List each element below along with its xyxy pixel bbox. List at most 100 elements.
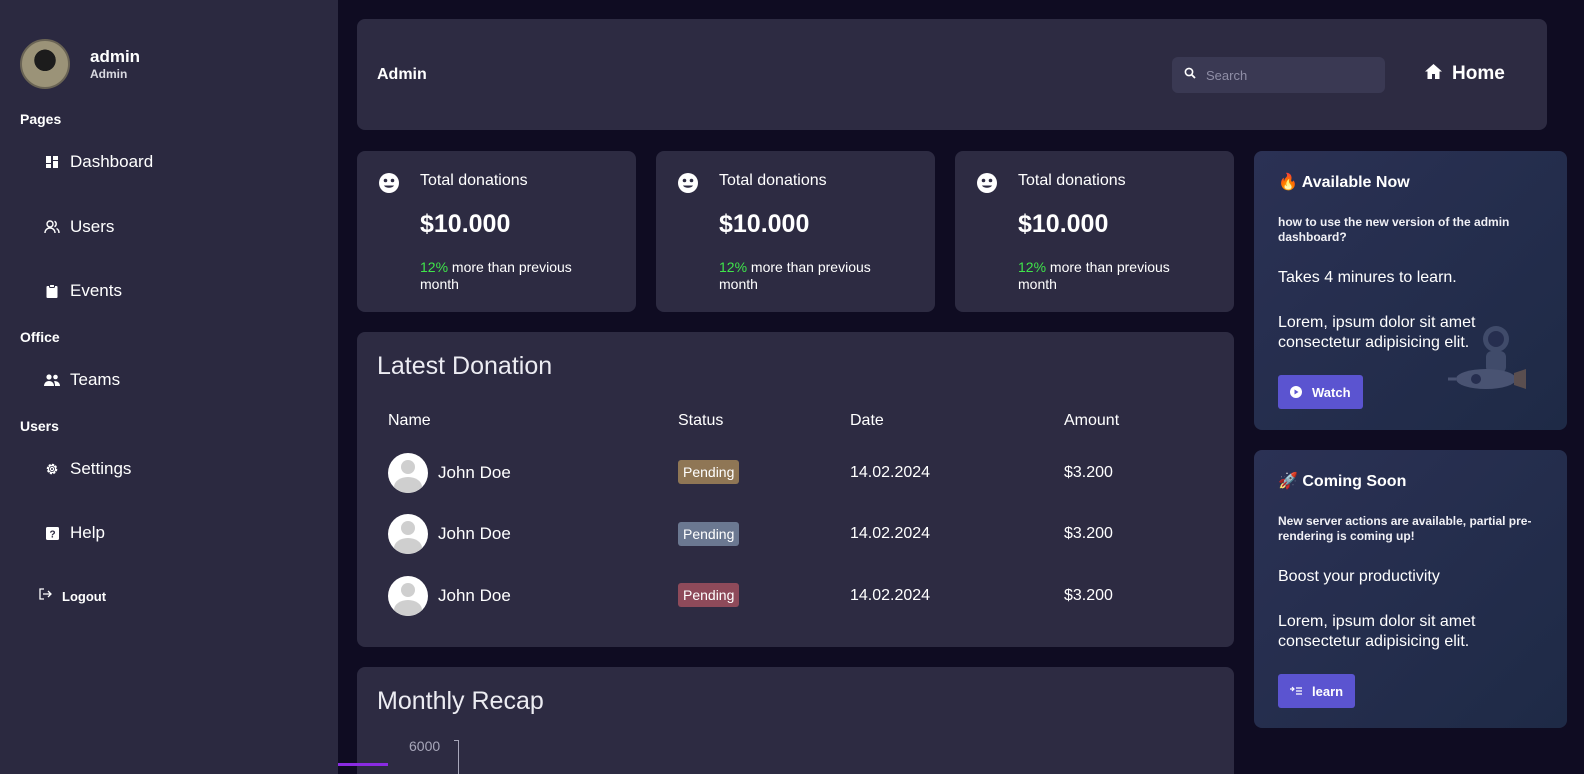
learn-button[interactable]: learn (1278, 674, 1356, 708)
row-amount: $3.200 (1064, 464, 1113, 481)
play-icon (1290, 386, 1302, 398)
logout-icon (39, 587, 52, 605)
user-avatar-icon (388, 514, 428, 554)
column-header-amount: Amount (1064, 412, 1120, 429)
stat-title: Total donations (420, 172, 528, 189)
page-title: Admin (377, 66, 427, 83)
table-row: John Doe (388, 576, 511, 616)
card-title: 🚀 Coming Soon (1278, 473, 1407, 490)
status-badge: Pending (678, 460, 740, 484)
stat-value: $10.000 (420, 210, 511, 238)
stat-title: Total donations (1018, 172, 1126, 189)
panel-title: Latest Donation (377, 352, 553, 380)
row-name: John Doe (438, 463, 511, 482)
stat-note: 12% more than previous month (420, 259, 610, 293)
panel-title: Monthly Recap (377, 687, 544, 715)
face-icon (976, 172, 998, 199)
sidebar-item-settings[interactable]: Settings (44, 457, 131, 481)
row-date: 14.02.2024 (850, 587, 931, 604)
users-icon (44, 219, 60, 235)
stat-card: Total donations $10.000 12% more than pr… (656, 151, 935, 312)
row-amount: $3.200 (1064, 587, 1113, 604)
row-name: John Doe (438, 524, 511, 543)
help-icon: ? (44, 525, 60, 541)
user-avatar-icon (388, 576, 428, 616)
section-title-pages: Pages (20, 111, 62, 127)
home-icon (1425, 64, 1442, 84)
watch-label: Watch (1312, 384, 1351, 400)
section-title-users: Users (20, 418, 59, 434)
user-avatar-icon (388, 453, 428, 493)
sidebar: admin Admin Pages Dashboard Users Events… (0, 0, 338, 774)
card-headline: Takes 4 minures to learn. (1278, 269, 1457, 286)
stat-percent: 12% (420, 259, 449, 275)
sidebar-item-users[interactable]: Users (44, 215, 114, 239)
stat-note: 12% more than previous month (1018, 259, 1208, 293)
row-name: John Doe (438, 586, 511, 605)
sidebar-item-label: Help (70, 523, 105, 542)
logout-button[interactable]: Logout (39, 587, 106, 605)
sidebar-item-label: Settings (70, 459, 132, 478)
column-header-date: Date (850, 412, 884, 429)
stat-title: Total donations (719, 172, 827, 189)
avatar (20, 39, 70, 89)
column-header-status: Status (678, 412, 724, 429)
sidebar-item-dashboard[interactable]: Dashboard (44, 150, 153, 174)
user-role: Admin (90, 67, 128, 81)
face-icon (378, 172, 400, 199)
stat-percent: 12% (1018, 259, 1047, 275)
read-more-icon (1290, 686, 1302, 696)
dashboard-icon (44, 154, 60, 170)
learn-label: learn (1312, 683, 1344, 699)
row-amount: $3.200 (1064, 525, 1113, 542)
coming-soon-card: 🚀 Coming Soon New server actions are ava… (1254, 450, 1567, 728)
search-box[interactable] (1172, 57, 1385, 93)
card-headline: Boost your productivity (1278, 568, 1440, 585)
stat-card: Total donations $10.000 12% more than pr… (357, 151, 636, 312)
row-date: 14.02.2024 (850, 525, 931, 542)
sidebar-item-teams[interactable]: Teams (44, 368, 120, 392)
search-icon (1184, 66, 1196, 84)
stat-value: $10.000 (1018, 210, 1109, 238)
logout-label: Logout (62, 588, 107, 604)
table-row: John Doe (388, 514, 511, 554)
sidebar-item-help[interactable]: ? Help (44, 521, 105, 545)
search-input[interactable] (1206, 67, 1376, 83)
home-link[interactable]: Home (1425, 63, 1505, 85)
scroll-indicator (338, 763, 388, 766)
status-badge: Pending (678, 522, 740, 546)
y-axis-tick: 6000 (409, 738, 441, 754)
card-body: Lorem, ipsum dolor sit amet consectetur … (1278, 613, 1476, 650)
y-axis-line (454, 740, 459, 774)
stat-note: 12% more than previous month (719, 259, 909, 293)
teams-icon (44, 372, 60, 388)
card-title: 🔥 Available Now (1278, 174, 1410, 191)
gear-icon (44, 461, 60, 477)
available-now-card: 🔥 Available Now how to use the new versi… (1254, 151, 1567, 430)
stat-card: Total donations $10.000 12% more than pr… (955, 151, 1234, 312)
sidebar-item-label: Events (70, 281, 122, 300)
row-date: 14.02.2024 (850, 464, 931, 481)
user-name: admin (90, 47, 141, 66)
card-subtitle: how to use the new version of the admin … (1278, 215, 1510, 244)
home-label: Home (1452, 63, 1505, 84)
stat-percent: 12% (719, 259, 748, 275)
column-header-name: Name (388, 412, 431, 429)
section-title-office: Office (20, 329, 60, 345)
face-icon (677, 172, 699, 199)
sidebar-item-events[interactable]: Events (44, 279, 122, 303)
user-profile: admin Admin (20, 39, 140, 89)
clipboard-icon (44, 283, 60, 299)
card-subtitle: New server actions are available, partia… (1278, 514, 1532, 543)
sidebar-item-label: Users (70, 217, 115, 236)
monthly-recap-panel: Monthly Recap (357, 667, 1234, 774)
status-badge: Pending (678, 583, 740, 607)
sidebar-item-label: Teams (70, 370, 121, 389)
watch-button[interactable]: Watch (1278, 375, 1363, 409)
svg-text:?: ? (49, 529, 55, 540)
table-row: John Doe (388, 453, 511, 493)
stat-value: $10.000 (719, 210, 810, 238)
sidebar-item-label: Dashboard (70, 152, 154, 171)
top-header: Admin Home (357, 19, 1547, 130)
astronaut-rocket-icon (1448, 317, 1528, 408)
